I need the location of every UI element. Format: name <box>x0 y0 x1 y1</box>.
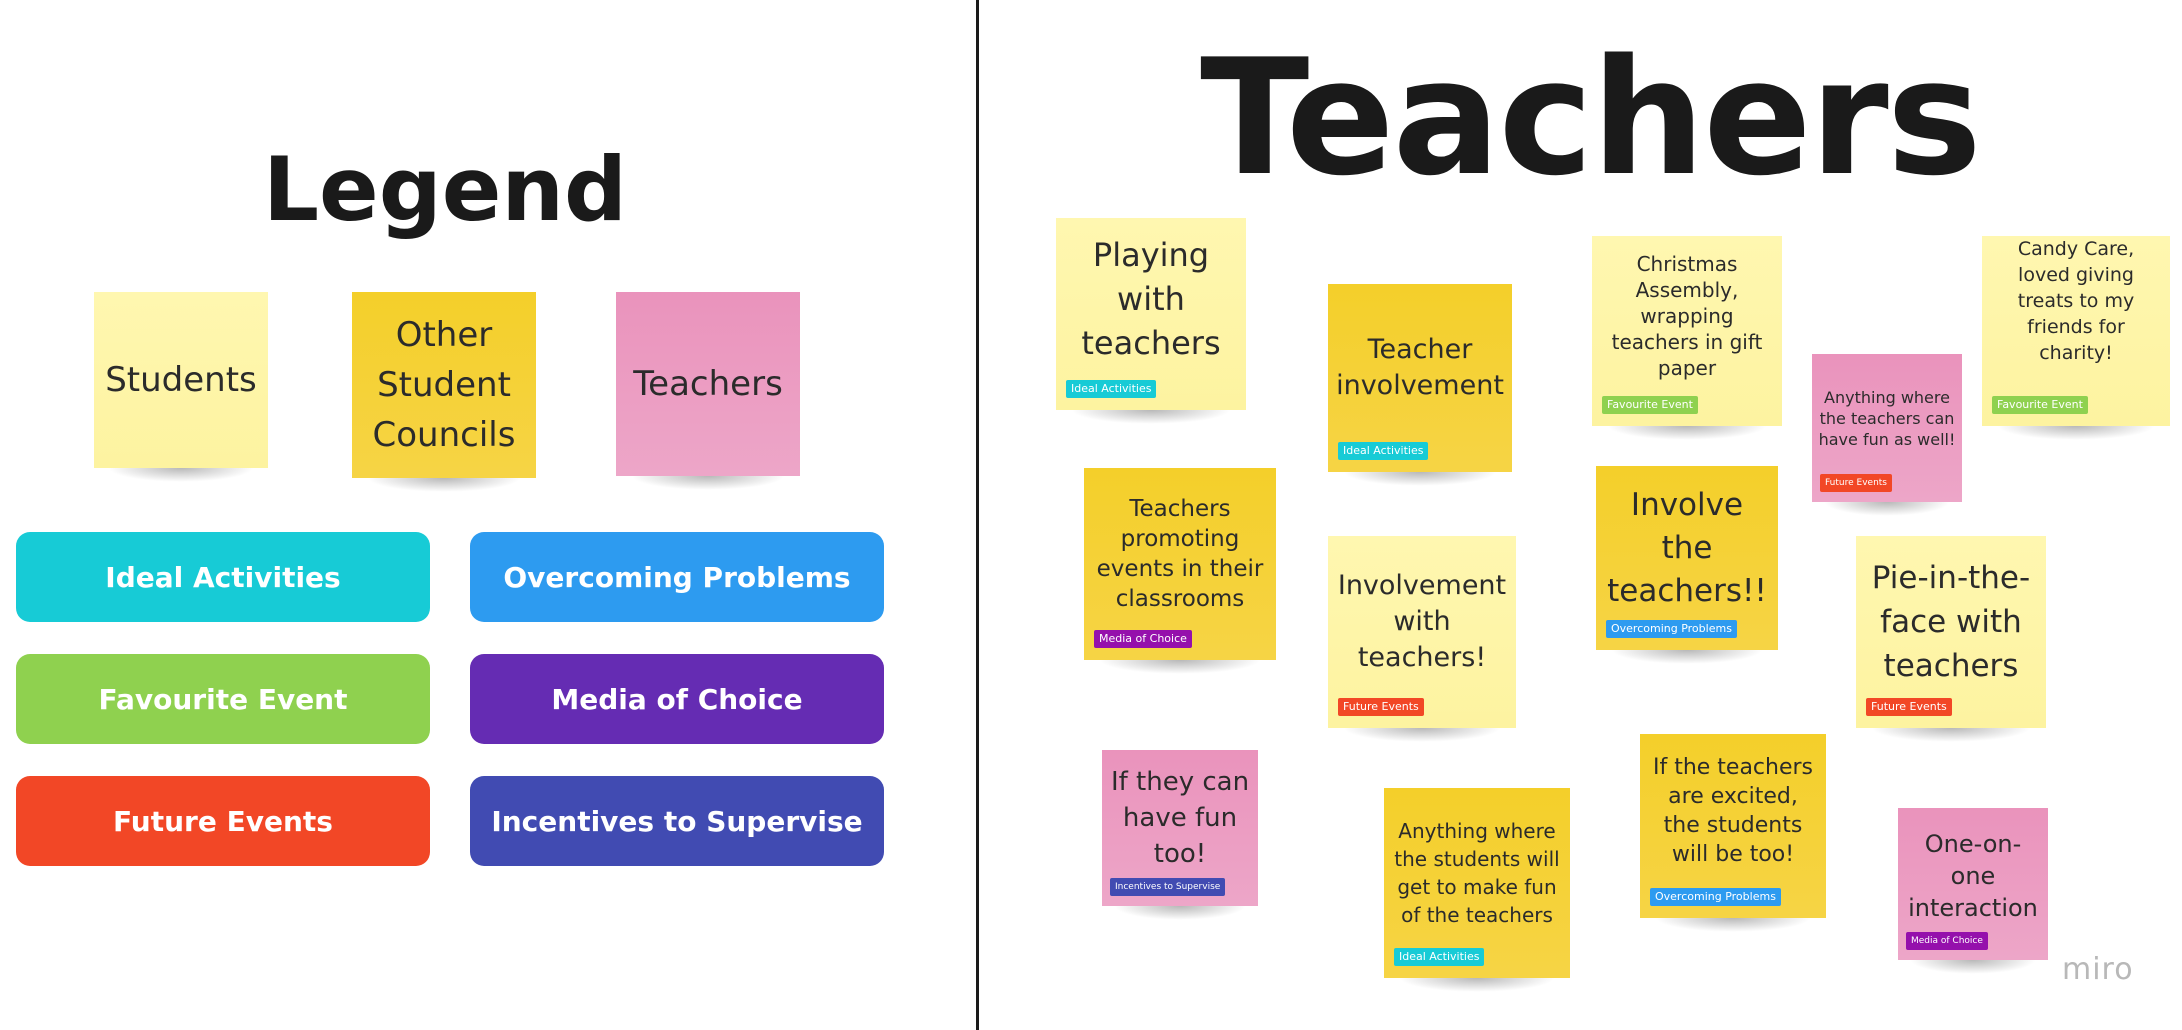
board-divider <box>976 0 979 1030</box>
sticky-note-text: Pie-in-the-face with teachers <box>1871 560 2031 684</box>
sticky-note-text: Candy Care, loved giving treats to my fr… <box>2017 238 2135 364</box>
category-label: Media of Choice <box>551 682 803 716</box>
sticky-note[interactable]: Playing with teachers Ideal Activities <box>1056 218 1246 424</box>
sticky-note-text: Anything where the students will get to … <box>1394 819 1560 927</box>
sticky-note-text: Teachers promoting events in their class… <box>1096 496 1264 612</box>
sticky-note-tag: Ideal Activities <box>1066 380 1157 398</box>
legend-note-other-student-councils[interactable]: Other Student Councils <box>352 292 536 492</box>
sticky-note[interactable]: Teacher involvement Ideal Activities <box>1328 284 1512 486</box>
sticky-note-tag: Media of Choice <box>1094 630 1192 648</box>
sticky-note-tag: Future Events <box>1338 698 1424 716</box>
sticky-note[interactable]: If the teachers are excited, the student… <box>1640 734 1826 932</box>
category-label: Incentives to Supervise <box>491 804 863 838</box>
category-label: Favourite Event <box>98 682 348 716</box>
sticky-note-tag: Future Events <box>1820 474 1892 492</box>
sticky-note-tag: Favourite Event <box>1992 396 2088 414</box>
sticky-note-tag: Media of Choice <box>1906 932 1988 950</box>
sticky-note-tag: Overcoming Problems <box>1606 620 1737 638</box>
sticky-note-text: Playing with teachers <box>1081 236 1221 362</box>
category-ideal-activities[interactable]: Ideal Activities <box>16 532 430 622</box>
miro-logo: miro <box>2062 952 2134 987</box>
sticky-note-text: Anything where the teachers can have fun… <box>1818 387 1956 449</box>
sticky-note-tag: Future Events <box>1866 698 1952 716</box>
category-label: Ideal Activities <box>105 560 341 594</box>
legend-title: Legend <box>262 138 628 241</box>
sticky-note[interactable]: Involve the teachers!! Overcoming Proble… <box>1596 466 1778 664</box>
sticky-note[interactable]: One-on-one interaction Media of Choice <box>1898 808 2048 974</box>
sticky-note-text: Involve the teachers!! <box>1607 486 1767 609</box>
legend-note-teachers[interactable]: Teachers <box>616 292 800 490</box>
sticky-note-text: If the teachers are excited, the student… <box>1652 755 1814 867</box>
sticky-note[interactable]: Involvement with teachers! Future Events <box>1328 536 1516 742</box>
sticky-note-text: Teacher involvement <box>1336 334 1504 401</box>
sticky-note-tag: Ideal Activities <box>1394 948 1485 966</box>
legend-note-label: Other Student Councils <box>372 315 516 455</box>
sticky-note-tag: Favourite Event <box>1602 396 1698 414</box>
sticky-note-text: If they can have fun too! <box>1110 767 1250 869</box>
sticky-note[interactable]: Anything where the teachers can have fun… <box>1812 354 1962 516</box>
sticky-note[interactable]: Candy Care, loved giving treats to my fr… <box>1982 236 2170 440</box>
category-media-of-choice[interactable]: Media of Choice <box>470 654 884 744</box>
category-overcoming-problems[interactable]: Overcoming Problems <box>470 532 884 622</box>
sticky-note[interactable]: Anything where the students will get to … <box>1384 788 1570 992</box>
category-incentives-to-supervise[interactable]: Incentives to Supervise <box>470 776 884 866</box>
sticky-note-tag: Ideal Activities <box>1338 442 1429 460</box>
legend-note-label: Teachers <box>633 364 783 404</box>
sticky-note[interactable]: If they can have fun too! Incentives to … <box>1102 750 1258 920</box>
board-title: Teachers <box>1200 24 1982 211</box>
sticky-note-tag: Incentives to Supervise <box>1110 878 1226 896</box>
sticky-note-text: One-on-one interaction <box>1908 830 2038 922</box>
legend-note-students[interactable]: Students <box>94 292 268 482</box>
sticky-note[interactable]: Christmas Assembly, wrapping teachers in… <box>1592 236 1782 440</box>
sticky-note-text: Involvement with teachers! <box>1337 570 1507 673</box>
legend-note-label: Students <box>105 360 257 400</box>
sticky-note-tag: Overcoming Problems <box>1650 888 1781 906</box>
category-future-events[interactable]: Future Events <box>16 776 430 866</box>
category-favourite-event[interactable]: Favourite Event <box>16 654 430 744</box>
category-label: Future Events <box>113 804 333 838</box>
category-label: Overcoming Problems <box>503 560 851 594</box>
sticky-note-text: Christmas Assembly, wrapping teachers in… <box>1611 252 1763 380</box>
sticky-note[interactable]: Teachers promoting events in their class… <box>1084 468 1276 674</box>
sticky-note[interactable]: Pie-in-the-face with teachers Future Eve… <box>1856 536 2046 742</box>
